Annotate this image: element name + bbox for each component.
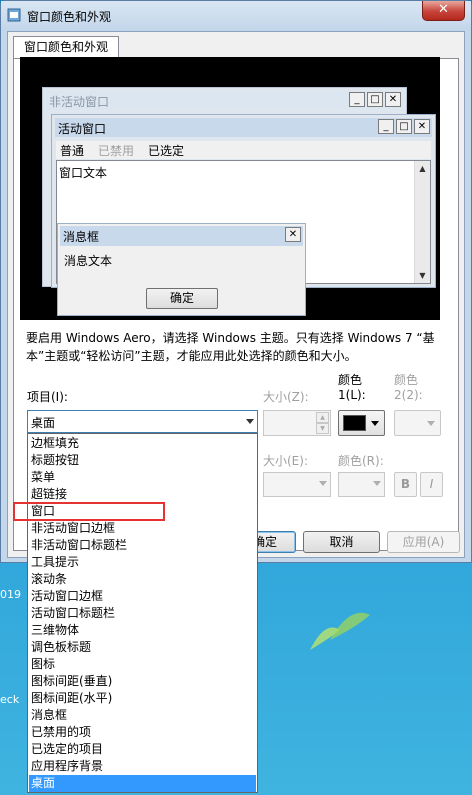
chevron-down-icon — [371, 421, 379, 426]
close-icon: ✕ — [385, 92, 401, 107]
spin-up-icon[interactable]: ▲ — [316, 412, 329, 423]
color1-button[interactable] — [338, 410, 385, 436]
size-z-label: 大小(Z): — [263, 390, 309, 404]
list-item[interactable]: 菜单 — [29, 469, 256, 486]
list-item[interactable]: 非活动窗口边框 — [29, 520, 256, 537]
cancel-button[interactable]: 取消 — [303, 531, 380, 553]
color2-label-line1: 颜色 — [394, 373, 419, 387]
window-text: 窗口文本 — [59, 166, 108, 180]
chevron-down-icon — [427, 421, 435, 426]
chevron-down-icon — [373, 481, 381, 486]
list-item[interactable]: 图标间距(水平) — [29, 690, 256, 707]
scroll-up-icon: ▲ — [419, 164, 426, 173]
menu-normal: 普通 — [60, 144, 85, 158]
list-item[interactable]: 图标间距(垂直) — [29, 673, 256, 690]
message-caption: 消息框 ✕ — [60, 226, 303, 246]
item-combo[interactable]: 桌面 — [27, 410, 258, 433]
minimize-icon: _ — [378, 119, 394, 134]
message-box-title: 消息框 — [63, 230, 100, 244]
item-dropdown-list[interactable]: 边框填充 标题按钮 菜单 超链接 窗口 非活动窗口边框 非活动窗口标题栏 工具提… — [27, 433, 258, 793]
list-item[interactable]: 超链接 — [29, 486, 256, 503]
minimize-icon: _ — [349, 92, 365, 107]
list-item[interactable]: 已选定的项目 — [29, 741, 256, 758]
color1-swatch — [343, 415, 366, 431]
size-z-spinner[interactable]: ▲ ▼ — [263, 410, 331, 436]
active-window-title: 活动窗口 — [58, 122, 107, 136]
list-item-selected[interactable]: 桌面 — [29, 775, 256, 792]
inactive-caption: 非活动窗口 _ □ ✕ — [46, 91, 403, 110]
list-item[interactable]: 边框填充 — [29, 435, 256, 452]
font-size-combo[interactable] — [263, 472, 331, 497]
preview-menubar: 普通 已禁用 已选定 — [56, 141, 431, 159]
tab-window-color[interactable]: 窗口颜色和外观 — [13, 36, 119, 59]
list-item[interactable]: 活动窗口标题栏 — [29, 605, 256, 622]
message-text: 消息文本 — [64, 254, 113, 268]
inactive-window-title: 非活动窗口 — [49, 95, 110, 109]
menu-disabled: 已禁用 — [98, 144, 135, 158]
close-button[interactable]: ✕ — [422, 1, 465, 21]
italic-button[interactable]: I — [420, 472, 443, 497]
list-item[interactable]: 应用程序背景 — [29, 758, 256, 775]
maximize-icon: □ — [367, 92, 383, 107]
bamboo-leaf-icon — [310, 612, 370, 650]
color2-button[interactable] — [394, 410, 441, 436]
menu-selected: 已选定 — [148, 144, 185, 158]
item-combo-value: 桌面 — [31, 416, 56, 430]
active-caption: 活动窗口 _ □ ✕ — [55, 118, 432, 137]
list-item[interactable]: 活动窗口边框 — [29, 588, 256, 605]
maximize-icon: □ — [396, 119, 412, 134]
color1-label-line1: 颜色 — [338, 373, 363, 387]
list-item[interactable]: 工具提示 — [29, 554, 256, 571]
item-label: 项目(I): — [27, 390, 68, 404]
size-e-label: 大小(E): — [263, 454, 308, 468]
list-item[interactable]: 调色板标题 — [29, 639, 256, 656]
highlight-annotation-box — [13, 502, 165, 521]
preview-scrollbar: ▲ ▼ — [414, 161, 430, 283]
chevron-down-icon — [319, 481, 327, 486]
desktop-label-1: 019 — [0, 588, 21, 601]
aero-info-text: 要启用 Windows Aero，请选择 Windows 主题。只有选择 Win… — [26, 331, 435, 363]
list-item[interactable]: 消息框 — [29, 707, 256, 724]
title-bar[interactable]: 窗口颜色和外观 ✕ — [1, 1, 471, 31]
close-icon: ✕ — [285, 227, 301, 242]
list-item[interactable]: 三维物体 — [29, 622, 256, 639]
preview-message-box: 消息框 ✕ 消息文本 确定 — [57, 223, 306, 316]
list-item[interactable]: 图标 — [29, 656, 256, 673]
desktop-label-2: eck — [0, 693, 20, 706]
list-item[interactable]: 非活动窗口标题栏 — [29, 537, 256, 554]
window-color-icon — [7, 8, 21, 22]
chevron-down-icon — [246, 419, 254, 424]
color-r-label: 颜色(R): — [338, 454, 384, 468]
list-item[interactable]: 标题按钮 — [29, 452, 256, 469]
scroll-down-icon: ▼ — [419, 271, 426, 280]
preview-ok-button: 确定 — [146, 288, 218, 309]
apply-button[interactable]: 应用(A) — [387, 531, 460, 553]
font-color-combo[interactable] — [338, 472, 385, 497]
list-item[interactable]: 已禁用的项 — [29, 724, 256, 741]
window-title: 窗口颜色和外观 — [27, 10, 112, 24]
list-item[interactable]: 滚动条 — [29, 571, 256, 588]
close-icon: ✕ — [414, 119, 430, 134]
spin-down-icon[interactable]: ▼ — [316, 423, 329, 434]
bold-button[interactable]: B — [394, 472, 417, 497]
color2-label-line2: 2(2): — [394, 388, 423, 402]
color1-label-line2: 1(L): — [338, 388, 366, 402]
